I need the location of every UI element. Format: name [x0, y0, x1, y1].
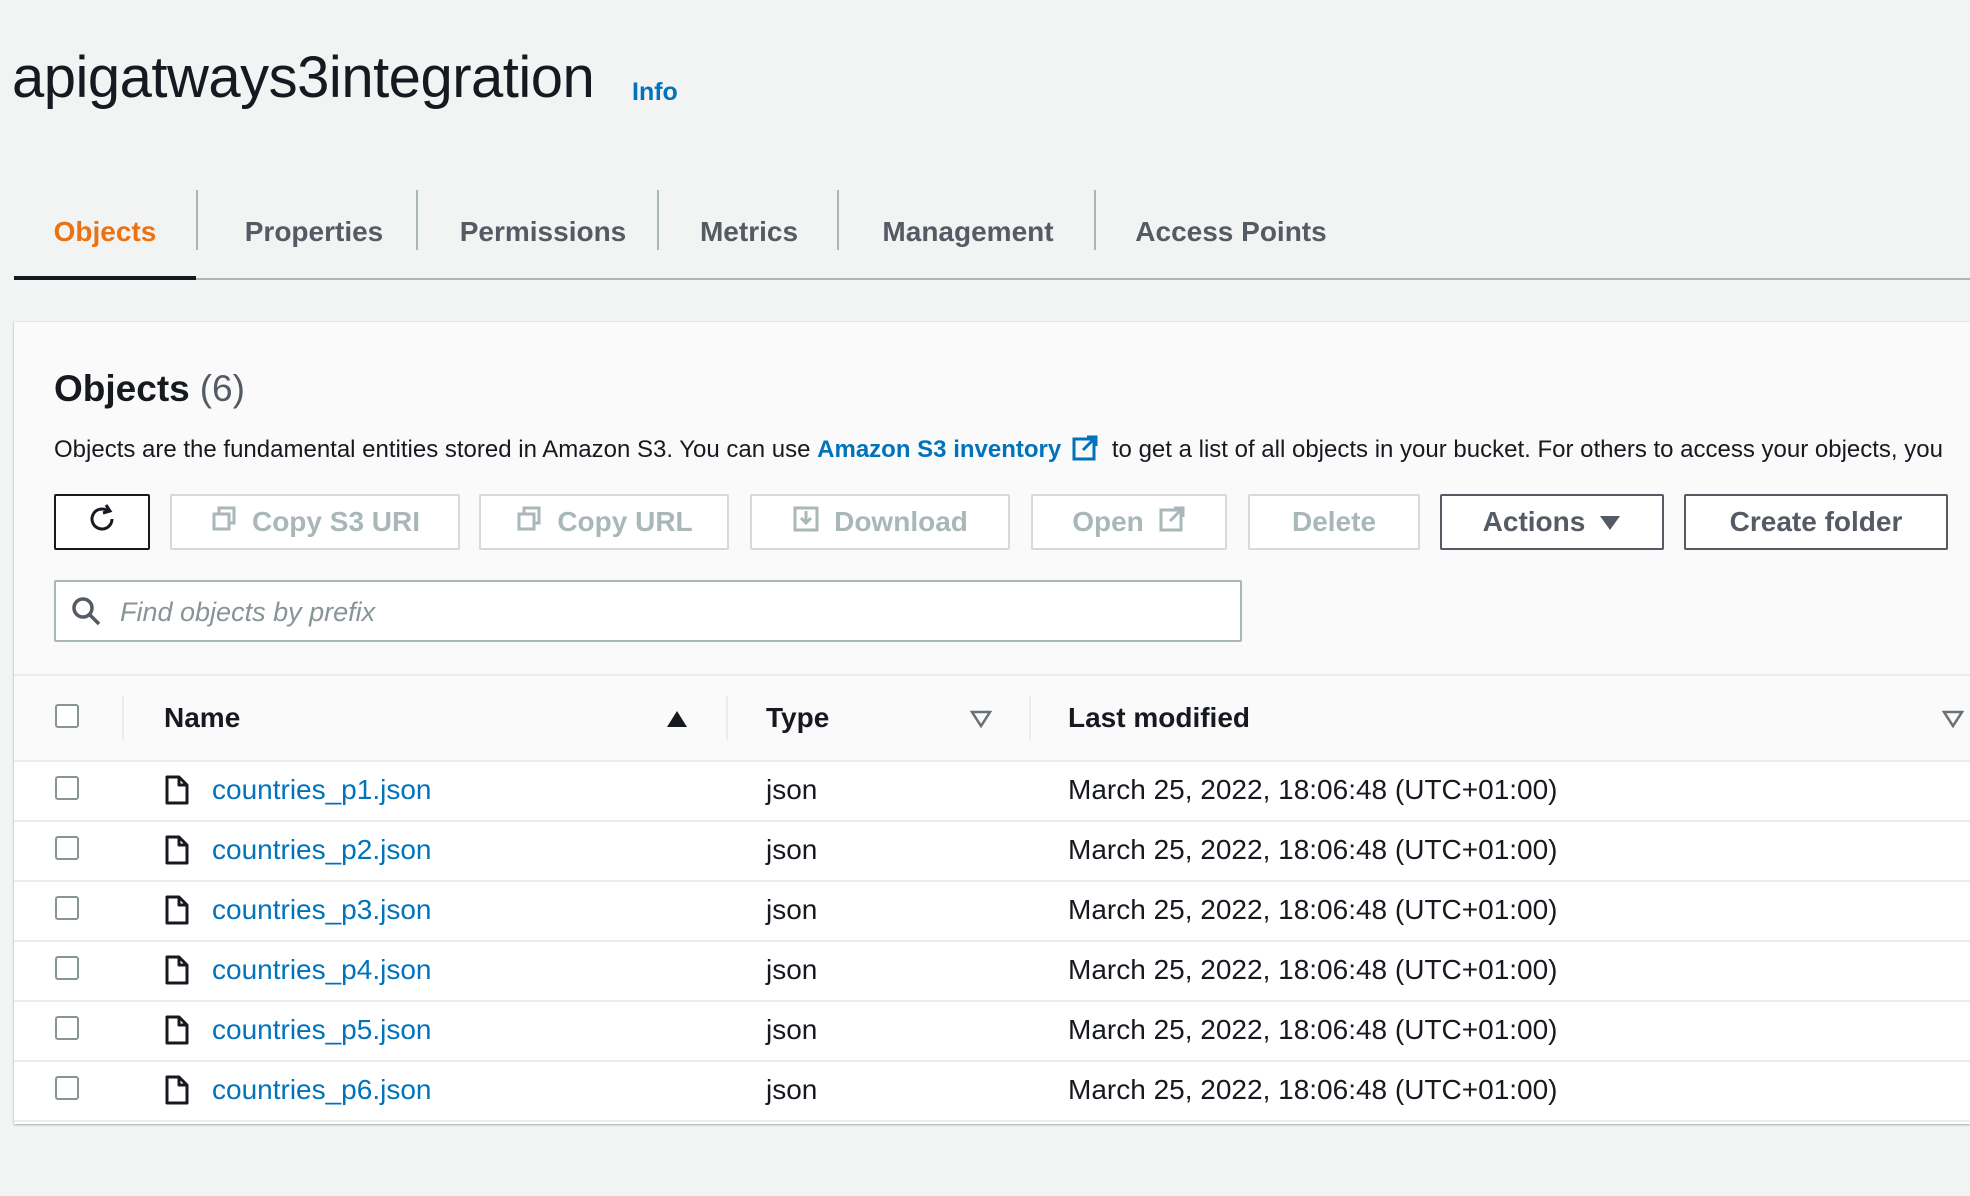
- object-last-modified: March 25, 2022, 18:06:48 (UTC+01:00): [1068, 1014, 1558, 1045]
- object-name-link[interactable]: countries_p2.json: [212, 820, 431, 880]
- copy-s3-uri-label: Copy S3 URI: [251, 506, 421, 537]
- open-button[interactable]: Open: [1031, 494, 1227, 550]
- object-type: json: [766, 1074, 818, 1105]
- column-header-type[interactable]: Type: [766, 676, 829, 760]
- object-last-modified: March 25, 2022, 18:06:48 (UTC+01:00): [1068, 894, 1558, 925]
- copy-s3-uri-button[interactable]: Copy S3 URI: [170, 494, 460, 550]
- delete-button[interactable]: Delete: [1248, 494, 1420, 550]
- object-type: json: [766, 894, 818, 925]
- tab-permissions[interactable]: Permissions: [418, 186, 668, 278]
- download-icon: [792, 505, 820, 540]
- table-row[interactable]: countries_p2.json json March 25, 2022, 18:…: [14, 820, 1970, 882]
- object-name-link[interactable]: countries_p6.json: [212, 1060, 431, 1120]
- file-icon: [164, 954, 190, 993]
- row-checkbox[interactable]: [55, 1016, 79, 1040]
- column-header-last-modified[interactable]: Last modified: [1068, 676, 1250, 760]
- objects-panel: Objects (6) Objects are the fundamental e…: [14, 322, 1970, 1124]
- column-header-name[interactable]: Name: [164, 676, 240, 760]
- table-row[interactable]: countries_p6.json json March 25, 2022, 18:…: [14, 1060, 1970, 1122]
- actions-label: Actions: [1482, 506, 1586, 537]
- object-name-link[interactable]: countries_p3.json: [212, 880, 431, 940]
- table-row[interactable]: countries_p1.json json March 25, 2022, 18:…: [14, 760, 1970, 822]
- tab-properties[interactable]: Properties: [198, 186, 430, 278]
- tab-objects[interactable]: Objects: [14, 186, 196, 280]
- search-box: [54, 580, 1242, 642]
- sort-down-icon[interactable]: [1941, 710, 1965, 733]
- copy-url-button[interactable]: Copy URL: [479, 494, 729, 550]
- column-divider: [726, 696, 728, 740]
- objects-title: Objects: [54, 368, 190, 409]
- copy-icon: [210, 505, 238, 540]
- s3-inventory-link[interactable]: Amazon S3 inventory: [817, 436, 1061, 463]
- caret-down-icon: [1599, 506, 1621, 538]
- search-input[interactable]: [118, 582, 1222, 642]
- table-row[interactable]: countries_p4.json json March 25, 2022, 18:…: [14, 940, 1970, 1002]
- delete-label: Delete: [1291, 506, 1377, 537]
- sort-ascending-icon[interactable]: [666, 710, 688, 733]
- table-row[interactable]: countries_p5.json json March 25, 2022, 18:…: [14, 1000, 1970, 1062]
- table-header: Name Type Last modified: [14, 674, 1970, 762]
- object-type: json: [766, 1014, 818, 1045]
- download-button[interactable]: Download: [750, 494, 1010, 550]
- create-folder-label: Create folder: [1729, 506, 1903, 537]
- tab-access-points[interactable]: Access Points: [1096, 186, 1366, 278]
- object-last-modified: March 25, 2022, 18:06:48 (UTC+01:00): [1068, 834, 1558, 865]
- external-link-icon: [1158, 505, 1186, 540]
- external-link-icon: [1071, 434, 1099, 469]
- objects-count: (6): [199, 368, 245, 409]
- search-icon: [70, 595, 102, 632]
- copy-icon: [515, 505, 543, 540]
- row-checkbox[interactable]: [55, 836, 79, 860]
- row-checkbox[interactable]: [55, 896, 79, 920]
- create-folder-button[interactable]: Create folder: [1684, 494, 1948, 550]
- table-row[interactable]: countries_p3.json json March 25, 2022, 18:…: [14, 880, 1970, 942]
- row-checkbox[interactable]: [55, 956, 79, 980]
- sort-down-icon[interactable]: [969, 710, 993, 733]
- object-name-link[interactable]: countries_p1.json: [212, 760, 431, 820]
- row-checkbox[interactable]: [55, 1076, 79, 1100]
- page-title: apigatways3integration: [12, 45, 595, 110]
- tab-bar: Objects Properties Permissions Metrics M…: [14, 186, 1970, 280]
- info-link[interactable]: Info: [632, 78, 678, 107]
- download-label: Download: [834, 506, 968, 537]
- object-type: json: [766, 954, 818, 985]
- description-text: Objects are the fundamental entities sto…: [54, 436, 818, 463]
- tab-management[interactable]: Management: [839, 186, 1097, 278]
- file-icon: [164, 1014, 190, 1053]
- refresh-icon: [84, 501, 120, 544]
- objects-description: Objects are the fundamental entities sto…: [54, 434, 1970, 469]
- description-text-suffix: to get a list of all objects in your buc…: [1105, 436, 1943, 463]
- file-icon: [164, 894, 190, 933]
- object-name-link[interactable]: countries_p4.json: [212, 940, 431, 1000]
- objects-heading: Objects (6): [54, 368, 245, 410]
- open-label: Open: [1072, 506, 1144, 537]
- column-divider: [1029, 696, 1031, 740]
- row-checkbox[interactable]: [55, 776, 79, 800]
- actions-dropdown[interactable]: Actions: [1440, 494, 1664, 550]
- object-type: json: [766, 774, 818, 805]
- file-icon: [164, 834, 190, 873]
- object-last-modified: March 25, 2022, 18:06:48 (UTC+01:00): [1068, 954, 1558, 985]
- object-last-modified: March 25, 2022, 18:06:48 (UTC+01:00): [1068, 774, 1558, 805]
- object-name-link[interactable]: countries_p5.json: [212, 1000, 431, 1060]
- column-divider: [122, 696, 124, 740]
- file-icon: [164, 774, 190, 813]
- refresh-button[interactable]: [54, 494, 150, 550]
- tab-metrics[interactable]: Metrics: [659, 186, 839, 278]
- object-type: json: [766, 834, 818, 865]
- file-icon: [164, 1074, 190, 1113]
- copy-url-label: Copy URL: [557, 506, 693, 537]
- object-last-modified: March 25, 2022, 18:06:48 (UTC+01:00): [1068, 1074, 1558, 1105]
- select-all-checkbox[interactable]: [55, 704, 79, 728]
